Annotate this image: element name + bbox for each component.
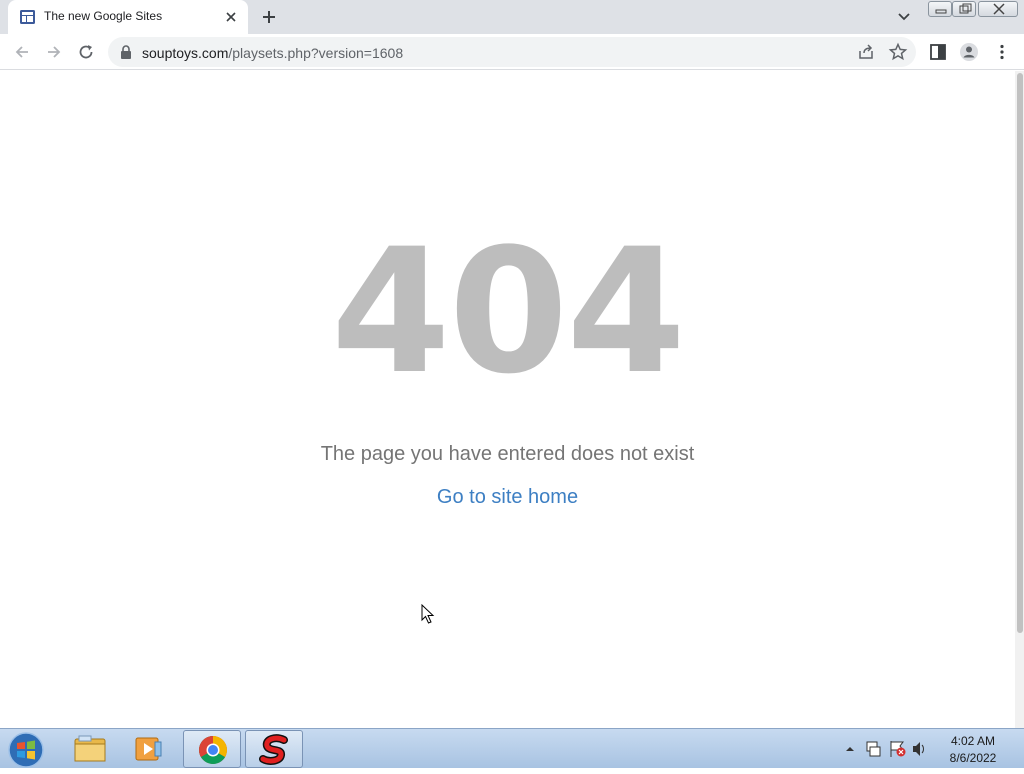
windows-explorer-icon <box>74 735 106 762</box>
taskbar-media-player[interactable] <box>120 730 178 768</box>
tab-search-chevron-icon[interactable] <box>895 9 913 25</box>
action-center-flag-icon[interactable] <box>890 741 906 757</box>
restore-button[interactable] <box>952 1 976 17</box>
reload-icon[interactable] <box>76 42 96 62</box>
start-button-icon[interactable] <box>6 731 46 769</box>
show-hidden-icons-icon[interactable] <box>846 747 854 751</box>
bookmark-star-icon[interactable] <box>888 42 908 62</box>
browser-tab[interactable]: The new Google Sites <box>8 0 248 34</box>
souptoys-icon <box>259 734 288 765</box>
close-tab-icon[interactable] <box>222 8 240 26</box>
vertical-scrollbar[interactable] <box>1015 71 1024 728</box>
error-code: 404 <box>330 211 686 412</box>
windows-taskbar: 4:02 AM 8/6/2022 <box>0 728 1024 768</box>
restore-icon <box>959 3 972 14</box>
taskbar-chrome[interactable] <box>183 730 241 768</box>
lock-icon[interactable] <box>120 45 132 59</box>
share-icon[interactable] <box>856 42 876 62</box>
network-icon[interactable] <box>866 741 881 757</box>
minimize-icon <box>935 9 947 14</box>
browser-toolbar: souptoys.com/playsets.php?version=1608 <box>0 34 1024 70</box>
system-tray <box>846 741 924 757</box>
chrome-icon <box>199 736 227 764</box>
taskbar-clock-date[interactable]: 8/6/2022 <box>930 751 1016 765</box>
forward-arrow-icon[interactable] <box>44 42 64 62</box>
go-to-site-home-link[interactable]: Go to site home <box>437 486 578 508</box>
url-text[interactable]: souptoys.com/playsets.php?version=1608 <box>142 45 403 61</box>
menu-kebab-icon[interactable] <box>992 42 1012 62</box>
side-panel-icon[interactable] <box>928 42 948 62</box>
close-window-button[interactable] <box>978 1 1018 17</box>
error-message: The page you have entered does not exist <box>320 443 695 465</box>
profile-avatar-icon[interactable] <box>959 42 979 62</box>
url-host: souptoys.com <box>142 45 229 61</box>
back-arrow-icon[interactable] <box>12 42 32 62</box>
google-sites-icon <box>20 10 35 24</box>
taskbar-explorer[interactable] <box>60 730 118 768</box>
address-bar[interactable]: souptoys.com/playsets.php?version=1608 <box>108 37 916 67</box>
new-tab-icon[interactable] <box>259 7 279 27</box>
tab-strip: The new Google Sites <box>0 0 1024 34</box>
taskbar-souptoys[interactable] <box>245 730 303 768</box>
taskbar-clock-time[interactable]: 4:02 AM <box>930 734 1016 748</box>
media-player-icon <box>135 737 162 761</box>
url-path: /playsets.php?version=1608 <box>228 45 404 61</box>
mouse-cursor-icon <box>421 604 435 624</box>
close-icon <box>993 3 1005 15</box>
volume-icon[interactable] <box>913 742 924 756</box>
minimize-button[interactable] <box>928 1 952 17</box>
tab-title: The new Google Sites <box>44 9 163 23</box>
scrollbar-thumb[interactable] <box>1017 73 1023 633</box>
